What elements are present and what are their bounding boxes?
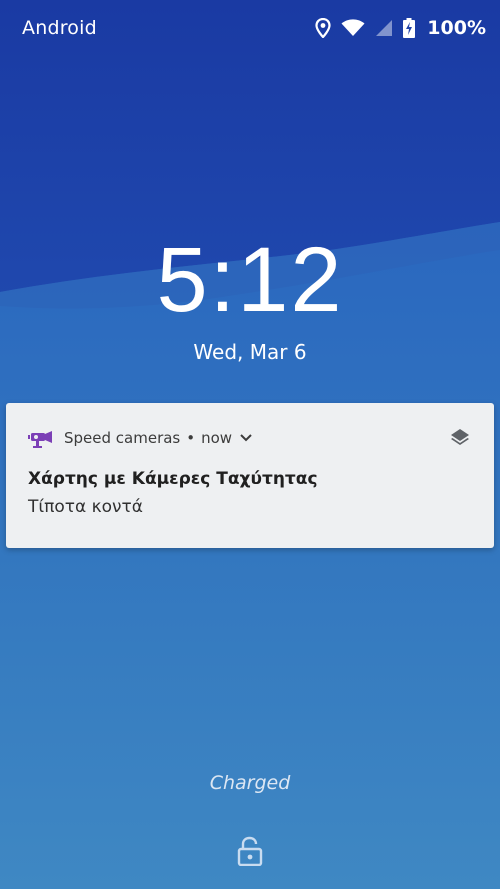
cell-signal-icon — [376, 20, 393, 36]
charging-status: Charged — [209, 772, 291, 794]
notification-title: Χάρτης με Κάμερες Ταχύτητας — [28, 469, 318, 489]
battery-percent: 100% — [427, 17, 486, 39]
location-icon — [315, 18, 331, 38]
chevron-down-icon[interactable] — [240, 434, 252, 442]
unlock-icon[interactable] — [237, 836, 263, 866]
layers-icon — [451, 429, 469, 445]
notification-text: Τίποτα κοντά — [28, 497, 143, 517]
status-icons: 100% — [315, 17, 486, 39]
wifi-icon — [341, 19, 365, 36]
lockscreen-clock: 5:12 — [156, 229, 344, 331]
notification-card[interactable]: Speed cameras • now Χάρτης με Κάμερες Τα… — [6, 403, 494, 548]
carrier-label: Android — [22, 17, 97, 39]
notification-header: Speed cameras • now — [28, 427, 252, 449]
notification-timestamp: now — [201, 429, 233, 447]
speed-camera-icon — [28, 431, 52, 448]
status-bar: Android 100% — [0, 0, 500, 56]
notification-app-name: Speed cameras — [64, 429, 181, 447]
notification-separator: • — [186, 429, 196, 447]
lockscreen-date: Wed, Mar 6 — [193, 340, 307, 364]
battery-charging-icon — [403, 18, 416, 38]
